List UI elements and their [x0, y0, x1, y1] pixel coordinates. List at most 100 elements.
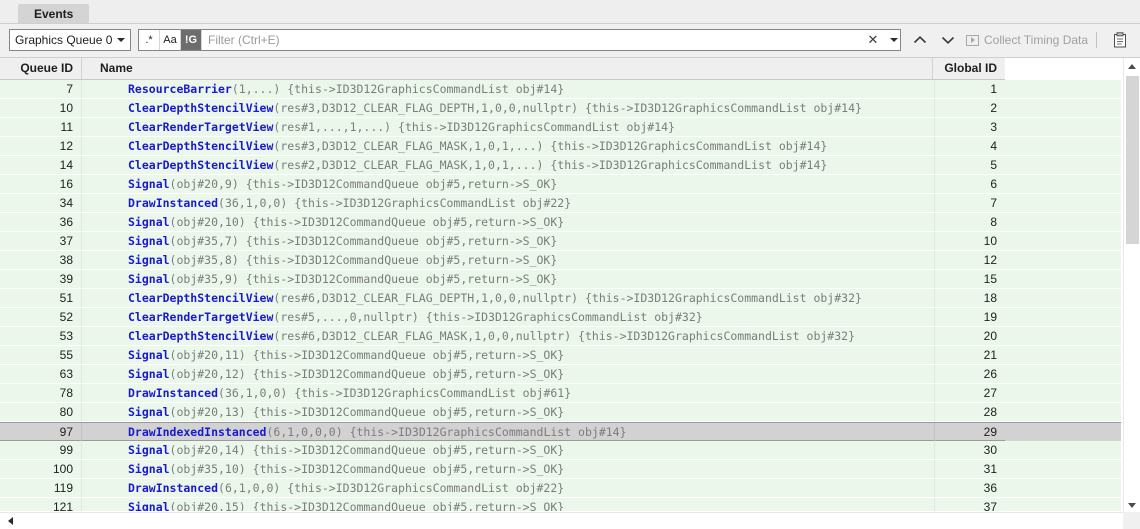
cell-global-id: 26 — [983, 367, 997, 381]
row-filler — [1005, 441, 1121, 459]
event-context: {this->ID3D12CommandQueue obj#5,return->… — [245, 500, 565, 511]
group-filter-toggle[interactable]: !G — [181, 30, 202, 50]
cell-global-id: 29 — [983, 425, 997, 439]
cell-queue-id: 37 — [0, 232, 82, 250]
scroll-left-button[interactable] — [2, 513, 18, 529]
table-row[interactable]: 10 ClearDepthStencilView(res#3,D3D12_CLEA… — [0, 99, 1121, 118]
cell-queue-id: 55 — [0, 346, 82, 364]
scroll-up-button[interactable] — [1124, 58, 1140, 74]
row-filler — [1005, 460, 1121, 478]
table-row[interactable]: 99 Signal(obj#20,14) {this->ID3D12Command… — [0, 441, 1121, 460]
vertical-scrollbar[interactable] — [1123, 58, 1140, 513]
grid-header: Queue ID Name Global ID — [0, 58, 1005, 80]
cell-name: DrawInstanced(6,1,0,0) {this->ID3D12Grap… — [88, 479, 935, 497]
table-row[interactable]: 97 DrawIndexedInstanced(6,1,0,0,0) {this-… — [0, 422, 1121, 441]
event-context: {this->ID3D12CommandQueue obj#5,return->… — [245, 462, 565, 476]
event-function-name: ClearDepthStencilView — [128, 139, 274, 153]
table-row[interactable]: 11 ClearRenderTargetView(res#1,...,1,...)… — [0, 118, 1121, 137]
row-filler — [1005, 308, 1121, 326]
table-row[interactable]: 78 DrawInstanced(36,1,0,0) {this->ID3D12G… — [0, 384, 1121, 403]
tab-events[interactable]: Events — [18, 4, 90, 24]
table-row[interactable]: 55 Signal(obj#20,11) {this->ID3D12Command… — [0, 346, 1121, 365]
copy-to-clipboard-button[interactable] — [1110, 29, 1130, 51]
cell-name: Signal(obj#20,12) {this->ID3D12CommandQu… — [88, 365, 935, 383]
event-context: {this->ID3D12GraphicsCommandList obj#32} — [571, 329, 855, 343]
row-filler — [1005, 99, 1121, 117]
table-row[interactable]: 36 Signal(obj#20,10) {this->ID3D12Command… — [0, 213, 1121, 232]
table-row[interactable]: 14 ClearDepthStencilView(res#2,D3D12_CLEA… — [0, 156, 1121, 175]
table-row[interactable]: 53 ClearDepthStencilView(res#6,D3D12_CLEA… — [0, 327, 1121, 346]
cell-queue-id: 14 — [0, 156, 82, 174]
event-arguments: (obj#20,9) — [169, 177, 239, 191]
cell-queue-id: 100 — [0, 460, 82, 478]
cell-queue-id: 38 — [0, 251, 82, 269]
clipboard-icon — [1114, 32, 1126, 48]
table-row[interactable]: 7 ResourceBarrier(1,...) {this->ID3D12Gra… — [0, 80, 1121, 99]
cell-queue-id: 63 — [0, 365, 82, 383]
match-case-toggle[interactable]: Aa — [160, 30, 181, 50]
collect-timing-data-button[interactable]: Collect Timing Data — [966, 29, 1088, 51]
column-header-queue-id[interactable]: Queue ID — [0, 58, 82, 79]
find-next-button[interactable] — [936, 29, 960, 51]
row-filler — [1005, 346, 1121, 364]
queue-selector[interactable]: Graphics Queue 0 — [9, 29, 131, 51]
cell-name: ClearRenderTargetView(res#1,...,1,...) {… — [88, 118, 935, 136]
cell-name: ResourceBarrier(1,...) {this->ID3D12Grap… — [88, 80, 935, 98]
scroll-down-button[interactable] — [1124, 497, 1140, 513]
clear-filter-icon[interactable]: ✕ — [862, 30, 884, 50]
events-toolbar: Graphics Queue 0 .* Aa !G ✕ Collect T — [0, 24, 1140, 57]
event-function-name: Signal — [128, 367, 170, 381]
table-row[interactable]: 63 Signal(obj#20,12) {this->ID3D12Command… — [0, 365, 1121, 384]
column-header-global-id[interactable]: Global ID — [935, 58, 1005, 79]
cell-queue-id: 11 — [0, 118, 82, 136]
filter-history-dropdown[interactable] — [884, 30, 900, 50]
table-row[interactable]: 100 Signal(obj#35,10) {this->ID3D12Comman… — [0, 460, 1121, 479]
cell-queue-id: 52 — [0, 308, 82, 326]
cell-global-id: 18 — [983, 291, 997, 305]
cell-name: Signal(obj#20,14) {this->ID3D12CommandQu… — [88, 441, 935, 459]
event-arguments: (obj#20,14) — [169, 443, 246, 457]
row-filler — [1005, 365, 1121, 383]
cell-name: ClearDepthStencilView(res#6,D3D12_CLEAR_… — [88, 327, 935, 345]
row-filler — [1005, 270, 1121, 288]
event-arguments: (obj#35,7) — [169, 234, 239, 248]
event-function-name: Signal — [128, 462, 170, 476]
row-filler — [1005, 498, 1121, 511]
cell-global-id: 28 — [983, 405, 997, 419]
table-row[interactable]: 119 DrawInstanced(6,1,0,0) {this->ID3D12G… — [0, 479, 1121, 498]
table-row[interactable]: 39 Signal(obj#35,9) {this->ID3D12CommandQ… — [0, 270, 1121, 289]
chevron-up-icon — [913, 36, 927, 44]
chevron-down-icon — [117, 38, 125, 42]
row-filler — [1005, 479, 1121, 497]
cell-name: Signal(obj#20,15) {this->ID3D12CommandQu… — [88, 498, 935, 511]
cell-queue-id: 53 — [0, 327, 82, 345]
event-arguments: (res#6,D3D12_CLEAR_FLAG_MASK,1,0,0,nullp… — [273, 329, 572, 343]
find-previous-button[interactable] — [908, 29, 932, 51]
table-row[interactable]: 51 ClearDepthStencilView(res#6,D3D12_CLEA… — [0, 289, 1121, 308]
triangle-up-icon — [1128, 63, 1136, 69]
filter-input[interactable] — [202, 30, 862, 50]
horizontal-scrollbar[interactable] — [0, 512, 1140, 529]
table-row[interactable]: 52 ClearRenderTargetView(res#5,...,0,null… — [0, 308, 1121, 327]
table-row[interactable]: 34 DrawInstanced(36,1,0,0) {this->ID3D12G… — [0, 194, 1121, 213]
table-row[interactable]: 121 Signal(obj#20,15) {this->ID3D12Comman… — [0, 498, 1121, 511]
cell-global-id: 4 — [990, 139, 997, 153]
queue-selector-value: Graphics Queue 0 — [15, 33, 113, 47]
cell-global-id: 12 — [983, 253, 997, 267]
collect-timing-data-label: Collect Timing Data — [984, 33, 1089, 47]
grid-rows: 7 ResourceBarrier(1,...) {this->ID3D12Gra… — [0, 80, 1121, 511]
table-row[interactable]: 12 ClearDepthStencilView(res#3,D3D12_CLEA… — [0, 137, 1121, 156]
column-header-name[interactable]: Name — [88, 58, 933, 79]
tab-strip: Events — [0, 0, 1140, 24]
table-row[interactable]: 80 Signal(obj#20,13) {this->ID3D12Command… — [0, 403, 1121, 422]
regex-toggle[interactable]: .* — [139, 30, 160, 50]
event-function-name: ClearDepthStencilView — [128, 291, 274, 305]
table-row[interactable]: 37 Signal(obj#35,7) {this->ID3D12CommandQ… — [0, 232, 1121, 251]
cell-name: Signal(obj#35,8) {this->ID3D12CommandQue… — [88, 251, 935, 269]
vertical-scrollbar-thumb[interactable] — [1126, 76, 1139, 244]
event-arguments: (obj#35,9) — [169, 272, 239, 286]
chevron-down-icon — [890, 38, 898, 42]
table-row[interactable]: 16 Signal(obj#20,9) {this->ID3D12CommandQ… — [0, 175, 1121, 194]
table-row[interactable]: 38 Signal(obj#35,8) {this->ID3D12CommandQ… — [0, 251, 1121, 270]
cell-queue-id: 80 — [0, 403, 82, 421]
